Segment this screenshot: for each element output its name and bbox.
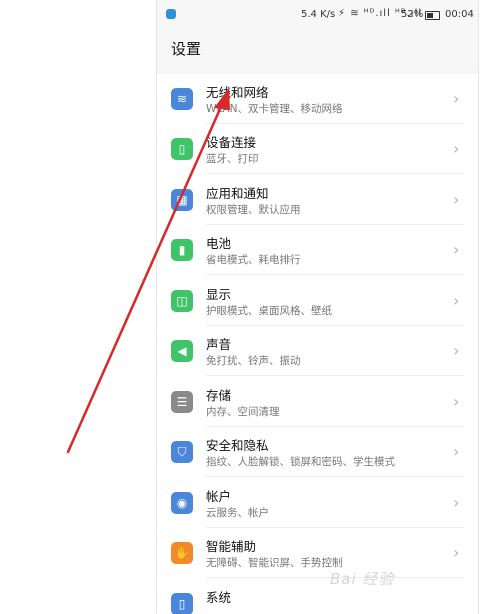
settings-item-subtitle: WLAN、双卡管理、移动网络	[206, 103, 343, 115]
title-bar: 设置	[157, 30, 478, 68]
settings-list: ≋ 无线和网络 WLAN、双卡管理、移动网络 › ▯ 设备连接 蓝牙、打印 › …	[157, 74, 478, 614]
chevron-right-icon: ›	[453, 190, 460, 209]
storage-icon: ☰	[171, 391, 193, 413]
settings-item-security-privacy[interactable]: ⛉ 安全和隐私 指纹、人脸解锁、锁屏和密码、学生模式 ›	[157, 427, 478, 477]
chevron-right-icon: ›	[453, 89, 460, 108]
settings-item-display[interactable]: ◫ 显示 护眼模式、桌面风格、壁纸 ›	[157, 276, 478, 326]
settings-item-label: 应用和通知	[206, 186, 269, 201]
settings-item-storage[interactable]: ☰ 存储 内存、空间清理 ›	[157, 377, 478, 427]
phone-screen: 5.4 K/s ⚡ ≋ ᴴᴰ.ıll ᴴᴰ.ıll 52% 00:04 设置 ≋…	[157, 0, 478, 614]
sound-icon: ◀	[171, 340, 193, 362]
chevron-right-icon: ›	[453, 139, 460, 158]
settings-item-subtitle: 指纹、人脸解锁、锁屏和密码、学生模式	[206, 456, 395, 468]
hand-icon: ✋	[171, 542, 193, 564]
settings-item-label: 无线和网络	[206, 85, 269, 100]
settings-item-label: 声音	[206, 337, 232, 352]
settings-item-battery[interactable]: ▮ 电池 省电模式、耗电排行 ›	[157, 225, 478, 275]
settings-item-label: 电池	[206, 236, 232, 251]
divider	[206, 476, 464, 477]
device-connect-icon: ▯	[171, 138, 193, 160]
settings-item-label: 安全和隐私	[206, 438, 269, 453]
page-title: 设置	[171, 40, 202, 58]
settings-item-label: 智能辅助	[206, 539, 257, 554]
settings-item-apps-notifications[interactable]: ▦ 应用和通知 权限管理、默认应用 ›	[157, 175, 478, 225]
notification-app-icon	[166, 9, 176, 19]
settings-item-label: 显示	[206, 287, 232, 302]
settings-item-subtitle: 省电模式、耗电排行	[206, 254, 301, 266]
watermark-logo: Bai 经验	[330, 570, 395, 588]
settings-item-device-connection[interactable]: ▯ 设备连接 蓝牙、打印 ›	[157, 124, 478, 174]
wifi-icon: ≋	[171, 88, 193, 110]
settings-item-subtitle: 权限管理、默认应用	[206, 204, 301, 216]
divider	[206, 274, 464, 275]
settings-item-label: 存储	[206, 388, 232, 403]
divider	[206, 173, 464, 174]
battery-icon: ▮	[171, 239, 193, 261]
settings-item-subtitle: 无障碍、智能识屏、手势控制	[206, 557, 343, 569]
shield-icon: ⛉	[171, 441, 193, 463]
chevron-right-icon: ›	[453, 341, 460, 360]
account-icon: ◉	[171, 492, 193, 514]
chevron-right-icon: ›	[453, 442, 460, 461]
settings-item-smart-assist[interactable]: ✋ 智能辅助 无障碍、智能识屏、手势控制 ›	[157, 528, 478, 578]
settings-item-subtitle: 护眼模式、桌面风格、壁纸	[206, 305, 332, 317]
settings-item-sound[interactable]: ◀ 声音 免打扰、铃声、振动 ›	[157, 326, 478, 376]
settings-item-label: 设备连接	[206, 135, 257, 150]
settings-item-subtitle: 蓝牙、打印	[206, 153, 259, 165]
chevron-right-icon: ›	[453, 240, 460, 259]
settings-item-wireless-network[interactable]: ≋ 无线和网络 WLAN、双卡管理、移动网络 ›	[157, 74, 478, 124]
status-time: 00:04	[445, 9, 474, 20]
status-bar: 5.4 K/s ⚡ ≋ ᴴᴰ.ıll ᴴᴰ.ıll 52% 00:04	[157, 0, 478, 30]
network-speed: 5.4 K/s	[301, 9, 336, 20]
settings-item-subtitle: 免打扰、铃声、振动	[206, 355, 301, 367]
settings-item-subtitle: 内存、空间清理	[206, 406, 280, 418]
display-icon: ◫	[171, 290, 193, 312]
chevron-right-icon: ›	[453, 493, 460, 512]
chevron-right-icon: ›	[453, 392, 460, 411]
settings-item-label: 系统	[206, 590, 232, 605]
apps-icon: ▦	[171, 189, 193, 211]
settings-item-subtitle: 云服务、帐户	[206, 507, 269, 519]
battery-percentage: 52%	[401, 9, 424, 20]
chevron-right-icon: ›	[453, 543, 460, 562]
battery-status-icon	[425, 11, 440, 20]
divider	[206, 375, 464, 376]
settings-item-account[interactable]: ◉ 帐户 云服务、帐户 ›	[157, 478, 478, 528]
settings-item-label: 帐户	[206, 489, 232, 504]
chevron-right-icon: ›	[453, 291, 460, 310]
system-icon: ▯	[171, 593, 193, 614]
settings-item-system[interactable]: ▯ 系统	[157, 579, 478, 614]
